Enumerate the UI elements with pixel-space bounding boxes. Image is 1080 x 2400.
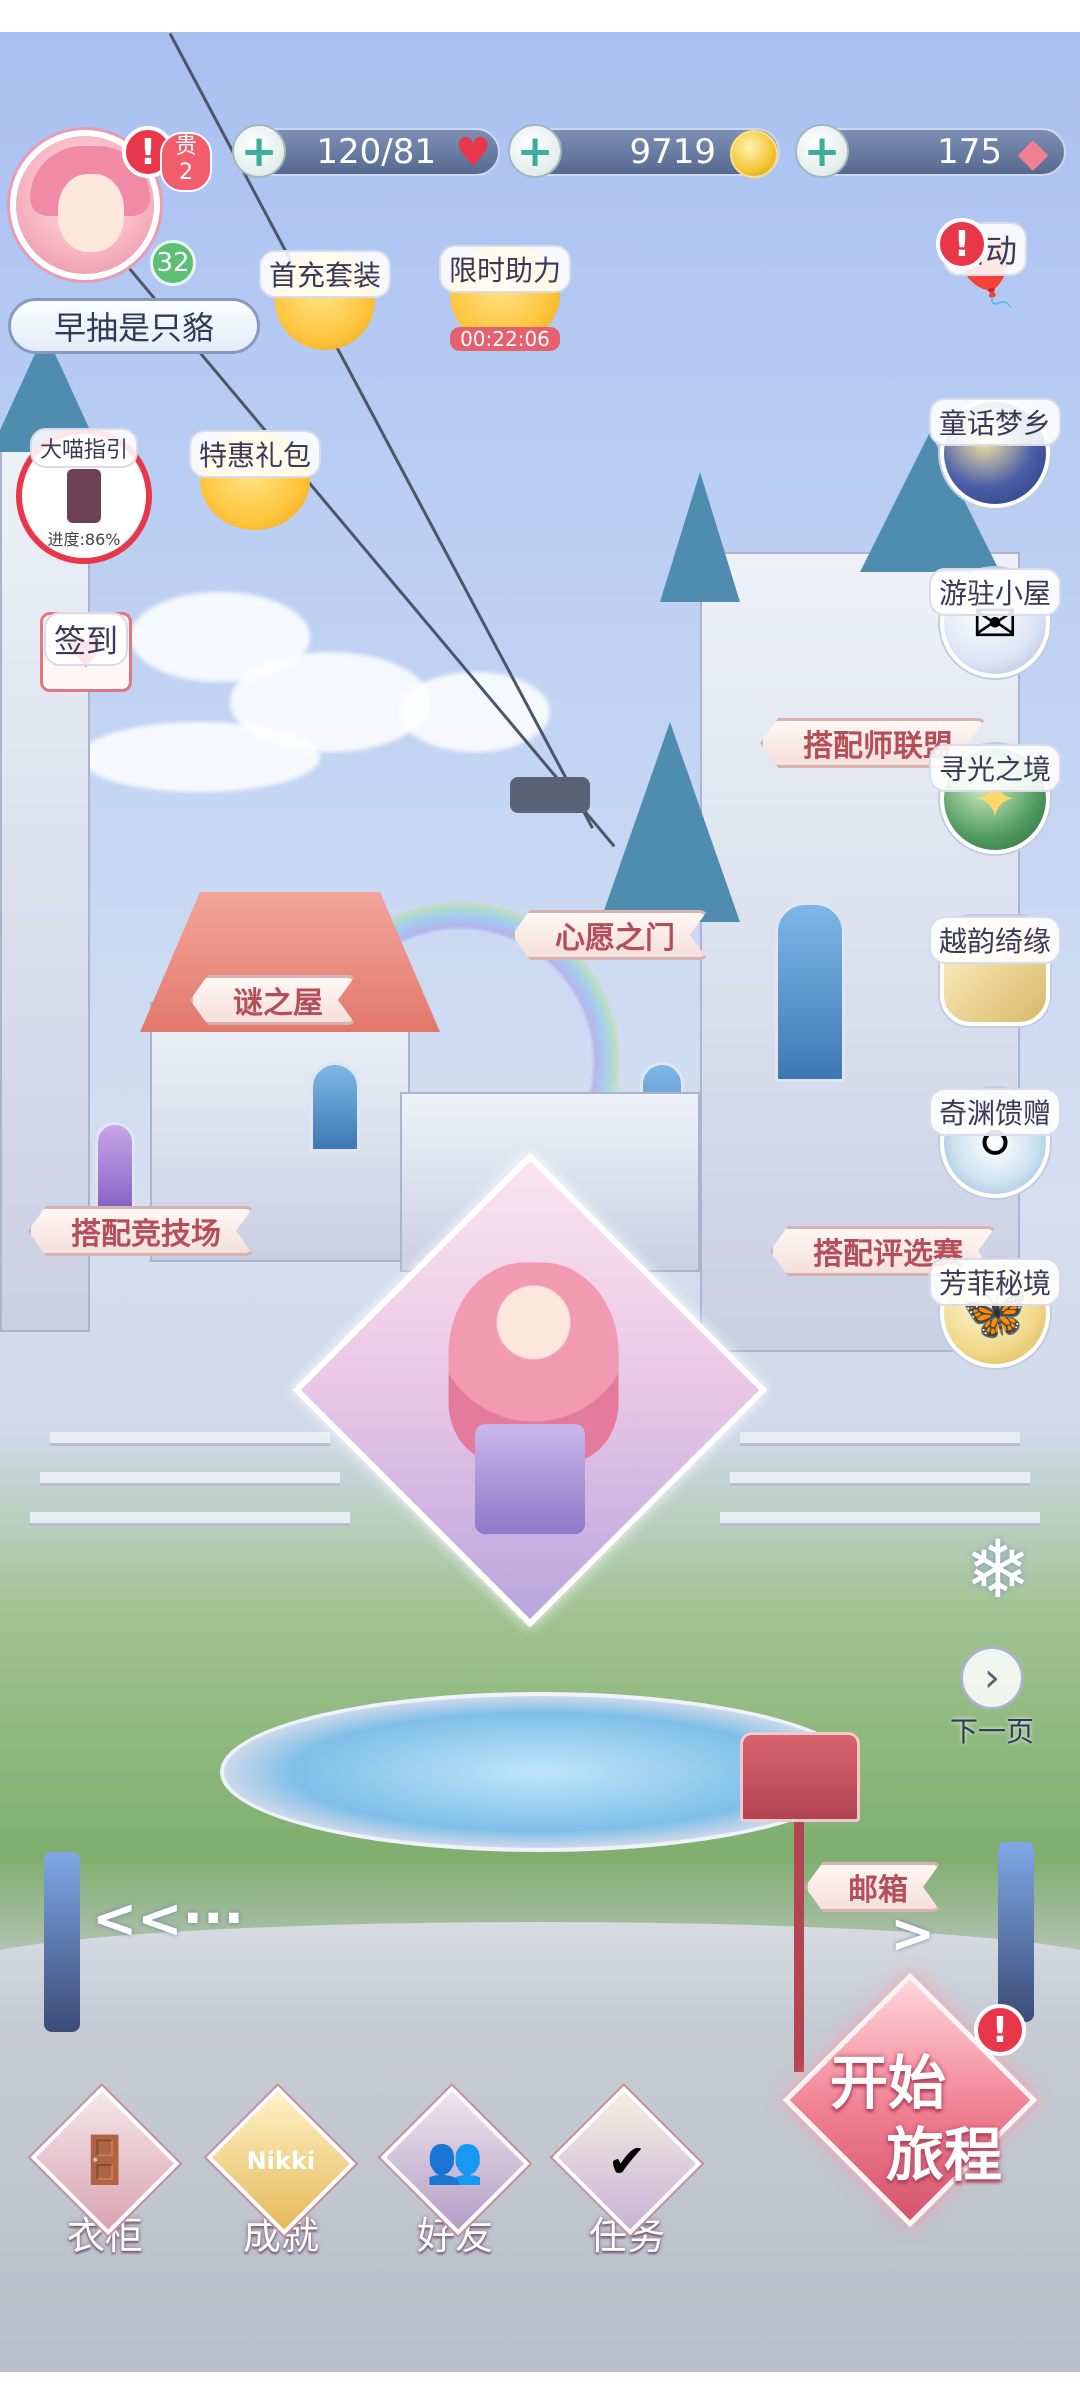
feature-label: 特惠礼包 — [189, 430, 322, 478]
activity-alert-badge: ! — [936, 218, 988, 270]
add-gold-button[interactable]: + — [508, 124, 562, 178]
snowflake-icon[interactable]: ❄ — [958, 1530, 1038, 1610]
guide-progress: 进度:86% — [47, 530, 121, 549]
feature-label: 越韵绮缘 — [929, 916, 1062, 964]
gold-value: 9719 — [629, 132, 716, 172]
stair — [50, 1432, 330, 1446]
vip-badge: 贵2 — [160, 132, 212, 192]
nav-tasks[interactable]: ✔ 任务 — [552, 2085, 702, 2260]
feature-label: 童话梦乡 — [929, 398, 1062, 446]
diamond-icon: ◆ — [1017, 130, 1049, 176]
mailbox-icon[interactable] — [740, 1732, 860, 1822]
avatar-face — [58, 174, 124, 252]
feature-label: 游驻小屋 — [929, 568, 1062, 616]
nikki-badge: Nikki — [246, 2146, 316, 2175]
house-window — [310, 1062, 360, 1152]
stair — [30, 1512, 350, 1526]
next-page-button[interactable]: › 下一页 — [950, 1646, 1034, 1750]
scroll-left-icon[interactable]: <<··· — [92, 1887, 244, 1950]
alert-text: ! — [991, 2009, 1009, 2051]
purple-castle-prop — [475, 1424, 585, 1535]
guide-button[interactable]: 进度:86% 大喵指引 — [16, 428, 152, 564]
feature-label: 寻光之境 — [929, 744, 1062, 792]
lamp-post — [44, 1852, 80, 2032]
castle-window — [775, 902, 845, 1082]
stair — [740, 1432, 1020, 1446]
signpost-label: 心愿之门 — [555, 921, 675, 956]
signpost-wish-gate[interactable]: 心愿之门 — [512, 910, 708, 960]
roof — [660, 472, 740, 602]
signpost-label: 搭配竞技场 — [71, 1217, 221, 1252]
feature-label: 签到 — [43, 612, 128, 666]
chevron-right-icon: › — [960, 1646, 1024, 1710]
limited-help-button[interactable]: 00:22:06 限时助力 — [439, 245, 572, 351]
nav-achievements[interactable]: Nikki 成就 — [206, 2085, 356, 2260]
stair — [730, 1472, 1030, 1486]
signpost-arena[interactable]: 搭配竞技场 — [28, 1206, 254, 1256]
nav-wardrobe[interactable]: 🚪 衣柜 — [30, 2085, 180, 2260]
player-level: 32 — [156, 248, 190, 278]
add-diamond-button[interactable]: + — [795, 124, 849, 178]
add-stamina-button[interactable]: + — [232, 124, 286, 178]
wardrobe-guide-icon — [67, 469, 101, 523]
first-recharge-button[interactable]: 首充套装 — [259, 250, 392, 350]
gold-coin-icon — [730, 130, 778, 178]
player-name: 早抽是只貉 — [53, 309, 214, 347]
fairytale-dream-button[interactable]: 童话梦乡 — [929, 398, 1062, 508]
roof — [600, 722, 740, 922]
cloud — [80, 722, 320, 792]
castle-tower-left — [0, 432, 90, 1332]
next-page-label: 下一页 — [950, 1715, 1035, 1748]
alert-text: ! — [139, 131, 157, 173]
checkin-button[interactable]: ♥ 签到 — [40, 612, 132, 692]
player-level-badge: 32 — [150, 240, 196, 286]
nav-friends[interactable]: 👥 好友 — [380, 2085, 530, 2260]
stamina-value: 120/81 — [316, 132, 436, 172]
start-journey-line2: 旅程 — [886, 2121, 1003, 2189]
abyss-gift-button[interactable]: ⚪ 奇渊馈赠 — [929, 1088, 1062, 1198]
signpost-mailbox[interactable]: 邮箱 — [805, 1862, 941, 1912]
diamond-value: 175 — [937, 132, 1002, 172]
signpost-mystery-house[interactable]: 谜之屋 — [190, 975, 356, 1025]
stair — [40, 1472, 340, 1486]
feature-label: 芳菲秘境 — [929, 1258, 1062, 1306]
feature-label: 首充套装 — [259, 250, 392, 298]
feature-label: 限时助力 — [439, 245, 572, 293]
countdown-timer: 00:22:06 — [450, 327, 560, 351]
lamp-post — [998, 1842, 1034, 2022]
signpost-label: 邮箱 — [848, 1873, 908, 1908]
vip-level: 2 — [179, 160, 193, 185]
light-seeker-button[interactable]: ✦ 寻光之境 — [929, 744, 1062, 854]
heart-icon: ♥ — [455, 130, 491, 176]
feature-label: 奇渊馈赠 — [929, 1088, 1062, 1136]
cabin-button[interactable]: ✉ 游驻小屋 — [929, 568, 1062, 678]
fragrant-realm-button[interactable]: 🦋 芳菲秘境 — [929, 1258, 1062, 1368]
vip-label: 贵 — [174, 134, 197, 159]
special-pack-button[interactable]: 特惠礼包 — [189, 430, 322, 530]
start-journey-alert-badge: ! — [974, 2004, 1026, 2056]
feature-label: 大喵指引 — [29, 428, 138, 468]
cable-car — [510, 777, 590, 813]
yue-yun-button[interactable]: 越韵绮缘 — [929, 916, 1062, 1026]
signpost-label: 谜之屋 — [233, 986, 323, 1021]
alert-text: ! — [953, 223, 971, 265]
player-name-bar[interactable]: 早抽是只貉 — [8, 298, 260, 354]
